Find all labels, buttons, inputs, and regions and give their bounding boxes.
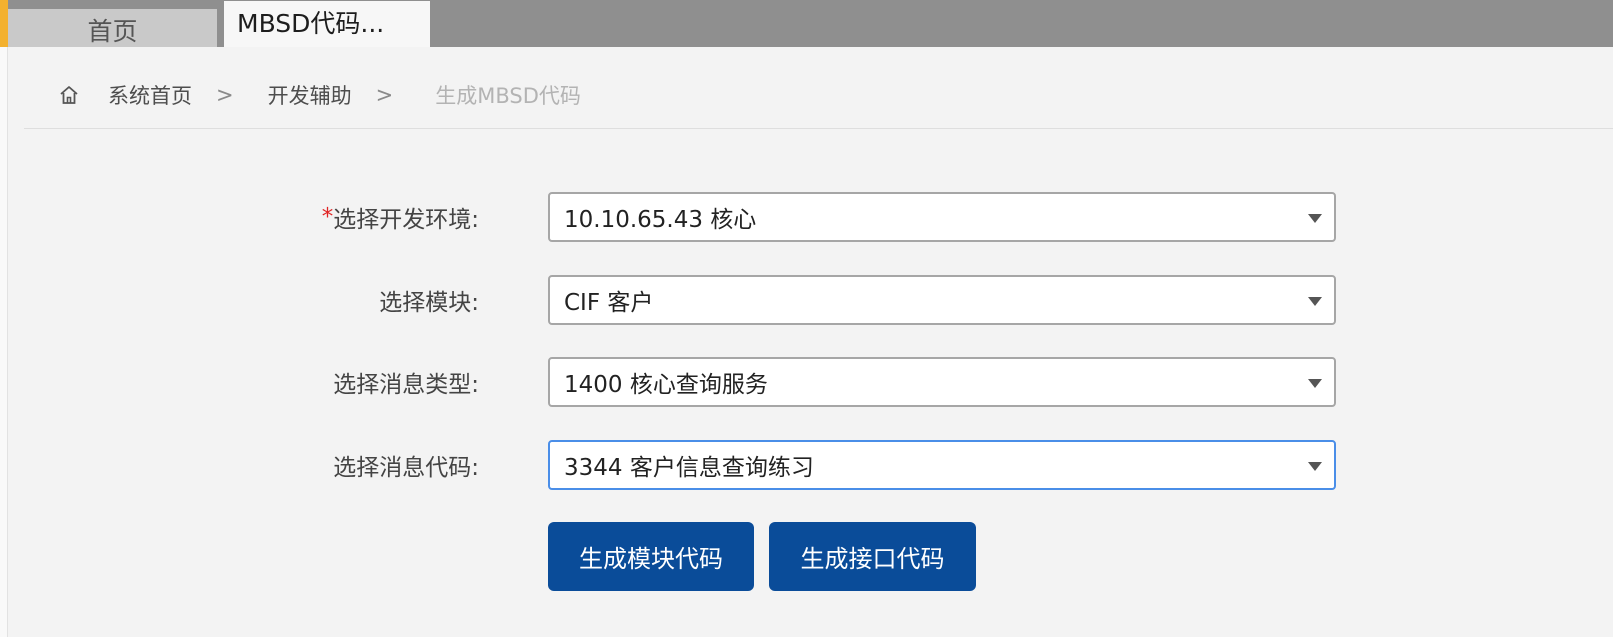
tab-home[interactable]: 首页 [8,9,217,47]
breadcrumb-divider [24,128,1613,129]
chevron-down-icon [1308,462,1322,471]
dev-environment-select[interactable]: 10.10.65.43 核心 [548,192,1336,242]
tab-home-label: 首页 [87,17,138,46]
message-type-select[interactable]: 1400 核心查询服务 [548,357,1336,407]
generate-interface-code-label: 生成接口代码 [800,545,945,573]
tab-mbsd-code[interactable]: MBSD代码... [224,1,430,47]
generate-interface-code-button[interactable]: 生成接口代码 [769,522,976,591]
message-code-select[interactable]: 3344 客户信息查询练习 [548,440,1336,490]
message-type-value: 1400 核心查询服务 [564,372,768,398]
home-icon[interactable] [58,84,80,106]
label-dev-environment: * 选择开发环境: [322,192,479,242]
chevron-down-icon [1308,214,1322,223]
dev-environment-value: 10.10.65.43 核心 [564,207,757,233]
label-module: 选择模块: [379,275,479,325]
tab-accent-stripe [0,0,8,47]
label-message-type: 选择消息类型: [333,357,479,407]
left-frame-edge [0,47,8,637]
label-message-code: 选择消息代码: [333,440,479,490]
label-dev-environment-text: 选择开发环境: [333,207,479,233]
generate-module-code-label: 生成模块代码 [579,545,723,573]
tab-mbsd-code-label: MBSD代码... [237,9,385,38]
module-value: CIF 客户 [564,290,654,316]
chevron-down-icon [1308,297,1322,306]
breadcrumb-separator: > [375,83,394,107]
tab-bar: 首页 MBSD代码... [0,0,1613,47]
module-select[interactable]: CIF 客户 [548,275,1336,325]
label-message-code-text: 选择消息代码: [333,455,479,481]
label-module-text: 选择模块: [379,290,479,316]
breadcrumb-item-dev-assist[interactable]: 开发辅助 [268,80,352,110]
generate-module-code-button[interactable]: 生成模块代码 [548,522,754,591]
breadcrumb-item-current: 生成MBSD代码 [435,84,581,108]
message-code-value: 3344 客户信息查询练习 [564,455,814,481]
breadcrumb-separator: > [216,83,234,107]
chevron-down-icon [1308,379,1322,388]
breadcrumb: 系统首页 > 开发辅助 > 生成MBSD代码 [58,78,581,112]
required-marker: * [321,204,334,230]
breadcrumb-item-system-home[interactable]: 系统首页 [108,80,192,110]
label-message-type-text: 选择消息类型: [333,372,479,398]
